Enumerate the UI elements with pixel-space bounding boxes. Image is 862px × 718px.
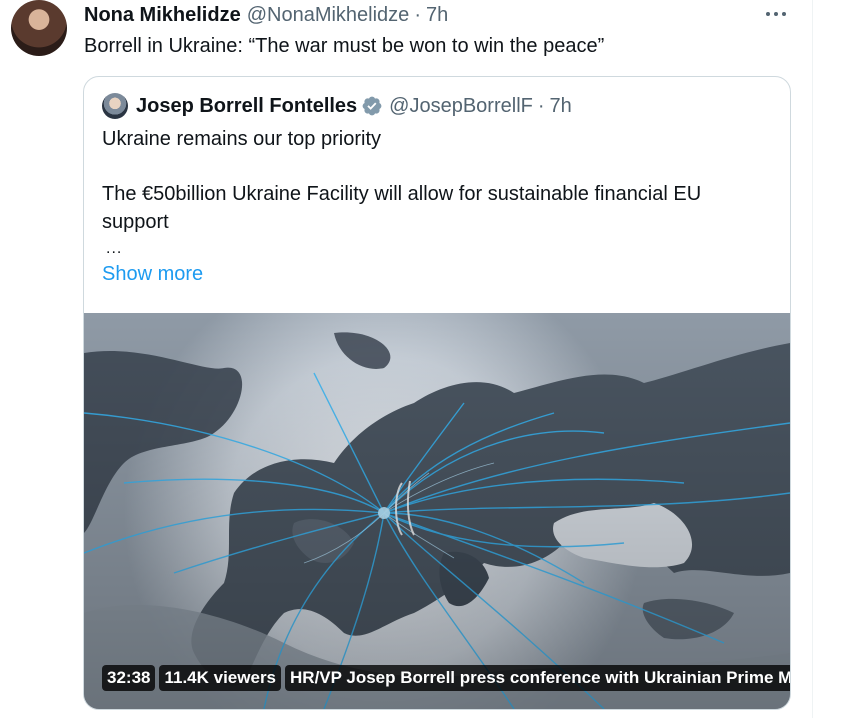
text-ellipsis: ... — [106, 240, 123, 257]
avatar[interactable] — [11, 0, 67, 56]
quoted-text-line: support — [102, 211, 169, 233]
quoted-tweet[interactable]: Josep Borrell Fontelles @JosepBorrellF ·… — [83, 76, 791, 710]
column-divider — [812, 0, 813, 718]
video-viewers: 11.4K viewers — [159, 665, 282, 691]
tweet-timestamp[interactable]: 7h — [426, 4, 448, 27]
video-badges: 32:38 11.4K viewers HR/VP Josep Borrell … — [102, 665, 790, 691]
quoted-tweet-text: Ukraine remains our top priority The €50… — [102, 125, 772, 236]
quoted-author-handle[interactable]: @JosepBorrellF — [389, 95, 533, 118]
quoted-avatar[interactable] — [102, 93, 128, 119]
tweet-text: Borrell in Ukraine: “The war must be won… — [84, 35, 605, 57]
tweet-header: Nona Mikhelidze @NonaMikhelidze · 7h — [84, 2, 448, 28]
more-options-button[interactable] — [756, 0, 796, 28]
tweet[interactable]: Nona Mikhelidze @NonaMikhelidze · 7h Bor… — [0, 0, 812, 718]
author-handle[interactable]: @NonaMikhelidze — [247, 4, 410, 27]
author-name[interactable]: Nona Mikhelidze — [84, 4, 241, 27]
more-horizontal-icon — [766, 12, 770, 16]
show-more-link[interactable]: Show more — [102, 263, 203, 286]
quoted-author-name[interactable]: Josep Borrell Fontelles — [136, 95, 357, 118]
video-media[interactable]: 32:38 11.4K viewers HR/VP Josep Borrell … — [84, 313, 790, 709]
video-duration: 32:38 — [102, 665, 156, 691]
quoted-text-line: Ukraine remains our top priority — [102, 128, 381, 150]
separator-dot: · — [537, 94, 545, 117]
verified-badge-icon — [362, 96, 382, 116]
europe-map-thumbnail — [84, 313, 790, 709]
separator-dot: · — [414, 3, 421, 26]
quoted-text-line: The €50billion Ukraine Facility will all… — [102, 183, 702, 205]
quoted-timestamp[interactable]: 7h — [550, 95, 572, 118]
quoted-tweet-header: Josep Borrell Fontelles @JosepBorrellF ·… — [102, 93, 572, 119]
video-title: HR/VP Josep Borrell press conference wit… — [285, 665, 790, 691]
